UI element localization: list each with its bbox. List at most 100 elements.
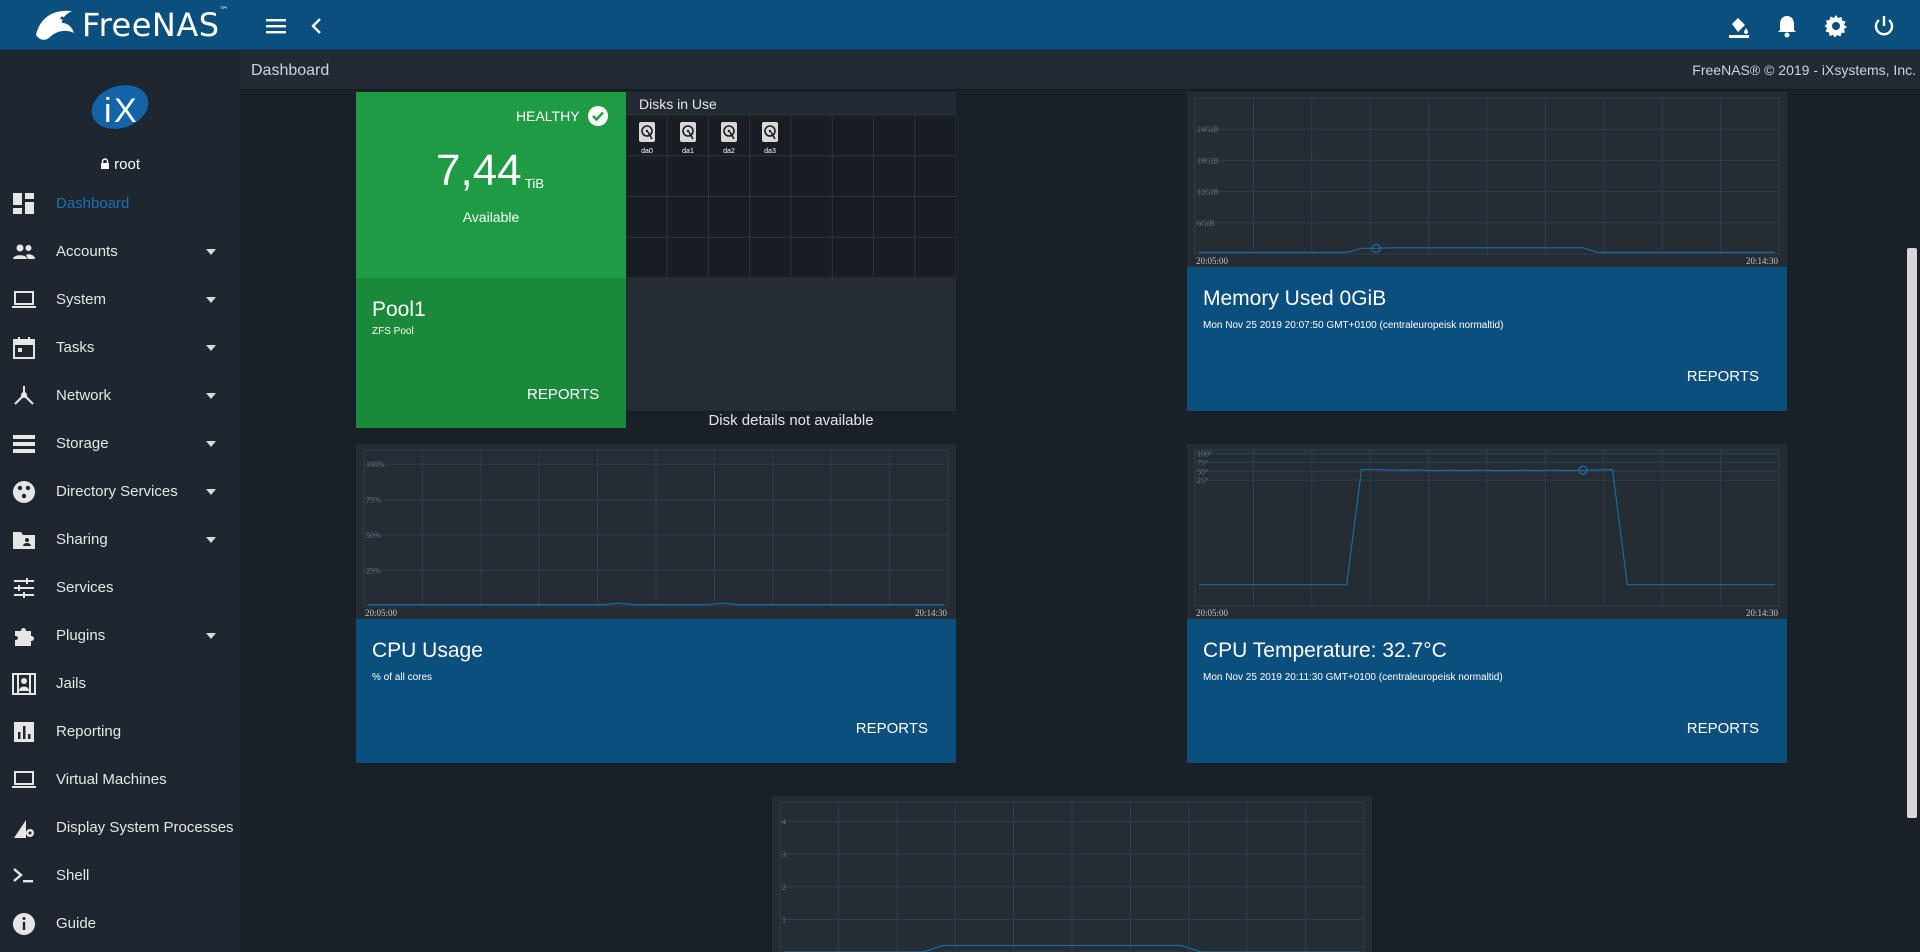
hamburger-icon <box>266 19 286 34</box>
settings-button[interactable] <box>1822 12 1850 40</box>
sidebar-item-label: System <box>56 291 107 308</box>
sidebar-item-services[interactable]: Services <box>0 564 240 612</box>
sidebar-item-sharing[interactable]: Sharing <box>0 516 240 564</box>
y-tick-label: 75% <box>366 496 381 505</box>
memory-widget: 6GiB 12GiB 18GiB 24GiB 20:05:00 20:14:30 Memo… <box>1187 92 1787 411</box>
sidebar-item-tasks[interactable]: Tasks <box>0 324 240 372</box>
disk-da3[interactable]: da3 <box>760 122 780 155</box>
caret-down-icon <box>206 297 216 303</box>
cpu-widget: 25% 50% 75% 100% 20:05:00 20:14:30 CPU Usage … <box>356 444 956 763</box>
top-bar: FreeNAS™ <box>0 0 1920 50</box>
sidebar-item-label: Virtual Machines <box>56 771 167 788</box>
shark-logo-icon <box>36 10 74 40</box>
sidebar-item-plugins[interactable]: Plugins <box>0 612 240 660</box>
sidebar-item-virtual-machines[interactable]: Virtual Machines <box>0 756 240 804</box>
x-tick-label: 20:14:30 <box>1746 608 1779 618</box>
sidebar-item-guide[interactable]: Guide <box>0 900 240 948</box>
temperature-widget: 25° 50° 75° 100° 20:05:00 20:14:30 CPU Temper… <box>1187 444 1787 763</box>
bar-chart-icon <box>14 722 34 742</box>
memory-reports-button[interactable]: REPORTS <box>1687 368 1759 385</box>
y-tick-label: 25° <box>1197 476 1208 485</box>
bell-icon <box>1778 16 1796 38</box>
cpu-subtitle: % of all cores <box>372 672 433 683</box>
hard-disk-icon <box>762 122 778 142</box>
sidebar-item-directory-services[interactable]: Directory Services <box>0 468 240 516</box>
sidebar-item-label: Dashboard <box>56 195 130 212</box>
chevron-left-icon <box>311 18 321 34</box>
temperature-info: CPU Temperature: 32.7°C Mon Nov 25 2019 … <box>1187 619 1787 763</box>
cpu-chart-svg: 25% 50% 75% 100% 20:05:00 20:14:30 <box>363 449 949 618</box>
check-circle-icon <box>587 106 608 126</box>
nav-list: Dashboard Accounts System Tasks Network Stora… <box>0 180 240 948</box>
computer-icon <box>12 771 36 788</box>
freenas-logo[interactable]: FreeNAS™ <box>32 4 229 46</box>
sidebar-item-label: Shell <box>56 867 90 884</box>
logo-text: FreeNAS <box>82 6 220 44</box>
user-label: root <box>0 156 240 173</box>
caret-down-icon <box>206 345 216 351</box>
sidebar-item-label: Plugins <box>56 627 106 644</box>
hard-disk-icon <box>721 122 737 142</box>
svg-text:X: X <box>114 92 137 130</box>
sidebar-item-dashboard[interactable]: Dashboard <box>0 180 240 228</box>
page-scrollbar[interactable] <box>1904 90 1920 952</box>
y-tick-label: 25% <box>366 567 381 576</box>
y-tick-label: 4 <box>782 818 786 827</box>
theme-button[interactable] <box>1725 12 1753 40</box>
pool-type: ZFS Pool <box>372 326 414 337</box>
collapse-sidebar-button[interactable] <box>303 12 331 40</box>
hard-disk-icon <box>680 122 696 142</box>
network-icon <box>14 386 34 405</box>
sidebar-item-jails[interactable]: Jails <box>0 660 240 708</box>
sidebar-item-accounts[interactable]: Accounts <box>0 228 240 276</box>
disk-label: da1 <box>682 148 694 155</box>
disk-da0[interactable]: da0 <box>637 122 657 155</box>
cpu-reports-button[interactable]: REPORTS <box>856 720 928 737</box>
cpu-title: CPU Usage <box>372 639 483 662</box>
x-tick-label: 20:05:00 <box>1196 608 1229 618</box>
disk-da2[interactable]: da2 <box>719 122 739 155</box>
svg-text:i: i <box>104 92 112 130</box>
y-tick-label: 50% <box>366 531 381 540</box>
memory-chart-svg: 6GiB 12GiB 18GiB 24GiB 20:05:00 20:14:30 <box>1194 97 1780 266</box>
paint-bucket-icon <box>1729 18 1749 38</box>
sidebar-item-shell[interactable]: Shell <box>0 852 240 900</box>
power-button[interactable] <box>1870 12 1898 40</box>
sidebar-item-label: Guide <box>56 915 97 932</box>
sidebar-item-display-system-processes[interactable]: Display System Processes <box>0 804 240 852</box>
temperature-chart: 25° 50° 75° 100° 20:05:00 20:14:30 <box>1187 444 1787 619</box>
available-value: 7,44 <box>436 146 522 195</box>
pool-summary: HEALTHY 7,44 TiB Available <box>356 92 626 278</box>
cpu-chart: 25% 50% 75% 100% 20:05:00 20:14:30 <box>356 444 956 619</box>
disk-label: da0 <box>641 148 653 155</box>
sidebar-item-network[interactable]: Network <box>0 372 240 420</box>
y-tick-label: 100° <box>1197 450 1212 459</box>
disk-details-area <box>626 278 956 411</box>
disks-panel: Disks in Use da0 da1 da2 da3 <box>626 92 956 278</box>
y-tick-label: 12GiB <box>1197 188 1218 197</box>
dashboard-icon <box>13 193 34 214</box>
pool-reports-button[interactable]: REPORTS <box>527 386 599 403</box>
disk-da1[interactable]: da1 <box>678 122 698 155</box>
sidebar-item-reporting[interactable]: Reporting <box>0 708 240 756</box>
tune-icon <box>14 578 34 598</box>
caret-down-icon <box>206 537 216 543</box>
sidebar-item-storage[interactable]: Storage <box>0 420 240 468</box>
disk-label: da3 <box>764 148 776 155</box>
temperature-reports-button[interactable]: REPORTS <box>1687 720 1759 737</box>
sidebar-item-system[interactable]: System <box>0 276 240 324</box>
jail-icon <box>12 673 36 695</box>
scrollbar-thumb[interactable] <box>1907 248 1917 818</box>
notifications-button[interactable] <box>1773 12 1801 40</box>
x-tick-label: 20:05:00 <box>1196 256 1229 266</box>
directory-icon <box>13 481 35 503</box>
sidebar-item-label: Display System Processes <box>56 819 234 836</box>
page-title: Dashboard <box>251 62 330 79</box>
load-chart: 1 2 3 4 <box>772 796 1372 952</box>
y-tick-label: 18GiB <box>1197 156 1218 165</box>
y-tick-label: 6GiB <box>1197 219 1214 228</box>
sidebar-item-label: Tasks <box>56 339 95 356</box>
menu-toggle-button[interactable] <box>262 12 290 40</box>
y-tick-label: 1 <box>782 915 786 924</box>
available-label: Available <box>462 209 520 225</box>
